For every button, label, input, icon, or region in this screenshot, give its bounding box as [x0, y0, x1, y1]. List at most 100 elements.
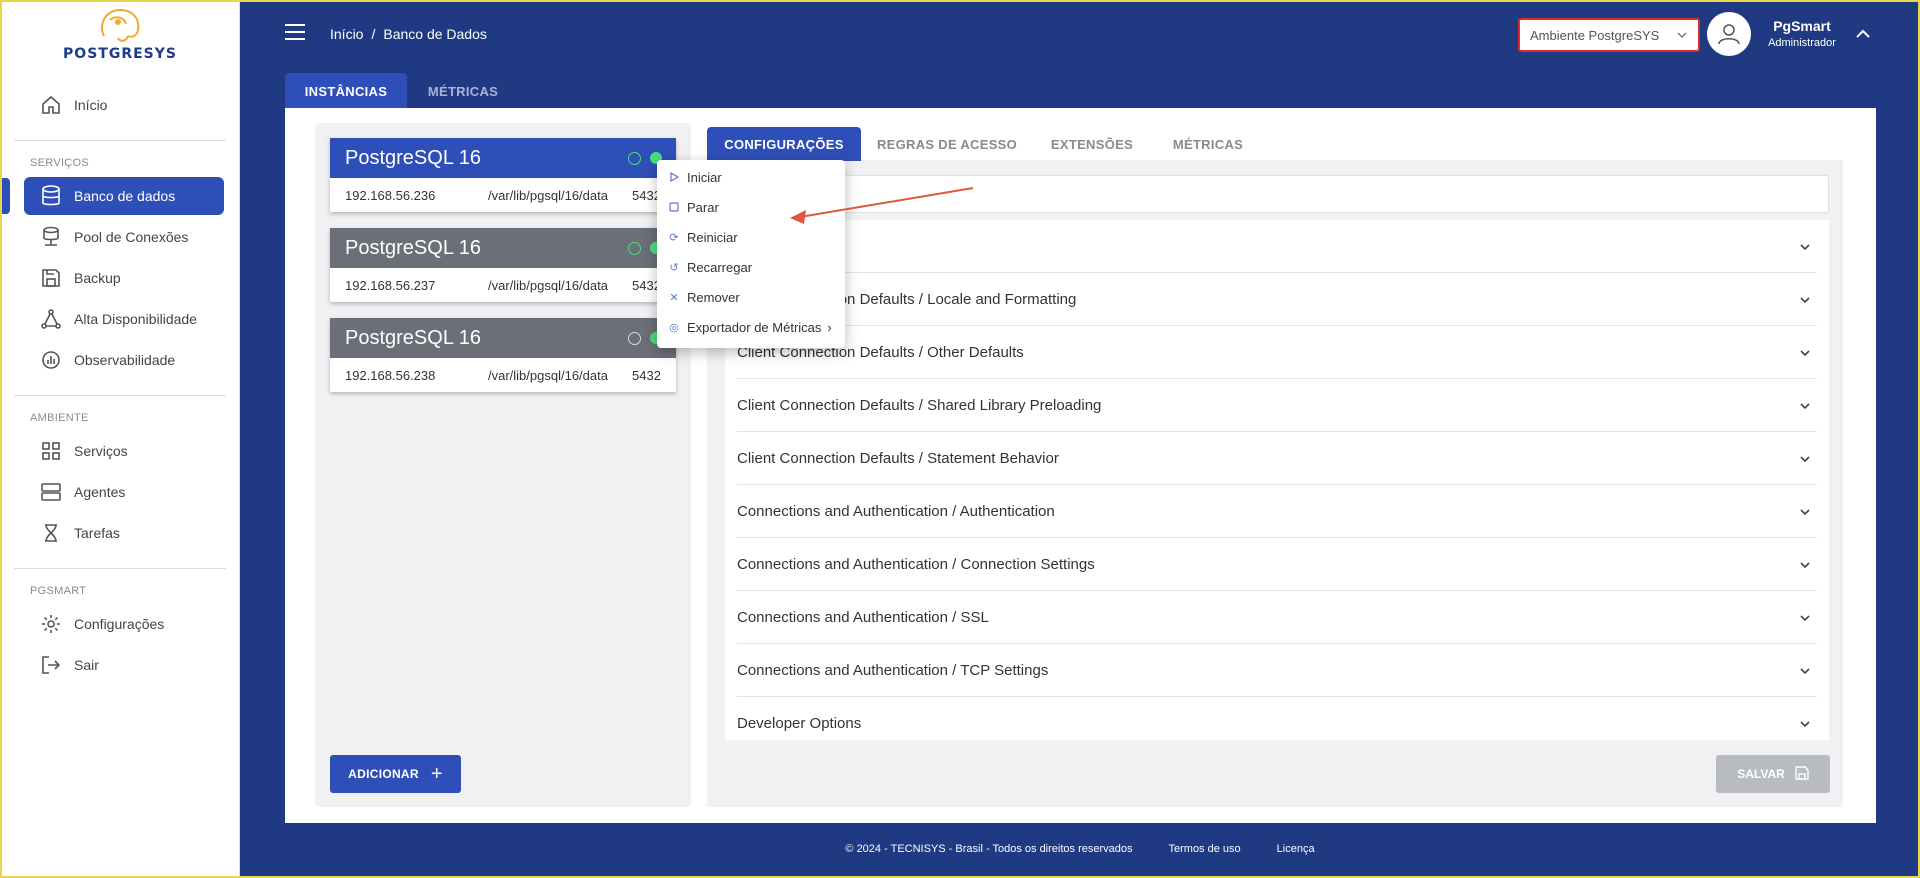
- instance-card[interactable]: PostgreSQL 16 192.168.56.236 /var/lib/pg…: [330, 138, 676, 212]
- accordion-item[interactable]: Connections and Authentication / TCP Set…: [737, 644, 1817, 697]
- sidebar: POSTGRESYS Início SERVIÇOS Banco de dado…: [0, 0, 240, 878]
- menu-item-label: Recarregar: [687, 259, 753, 275]
- instance-port: 5432: [632, 367, 661, 383]
- sidebar-item-label: Configurações: [74, 616, 165, 632]
- chevron-down-icon: [1799, 558, 1811, 575]
- save-button[interactable]: SALVAR: [1716, 755, 1830, 793]
- avatar[interactable]: [1707, 12, 1751, 56]
- instance-card[interactable]: PostgreSQL 16 192.168.56.237 /var/lib/pg…: [330, 228, 676, 302]
- sidebar-item-sair[interactable]: Sair: [24, 646, 224, 684]
- accordion-item[interactable]: Connections and Authentication / Connect…: [737, 538, 1817, 591]
- tab-extensoes[interactable]: EXTENSÕES: [1040, 127, 1144, 161]
- home-icon: [40, 94, 62, 116]
- network-icon: [40, 308, 62, 330]
- sidebar-item-banco-de-dados[interactable]: Banco de dados: [24, 177, 224, 215]
- tab-metricas-instancia[interactable]: MÉTRICAS: [1160, 127, 1256, 161]
- instance-name: PostgreSQL 16: [345, 236, 482, 259]
- accordion-item[interactable]: Client Connection Defaults / Locale and …: [737, 273, 1817, 326]
- sidebar-item-tarefas[interactable]: Tarefas: [24, 514, 224, 552]
- breadcrumb-current: Banco de Dados: [383, 26, 487, 42]
- chevron-down-icon: [1799, 611, 1811, 628]
- breadcrumb-home-link[interactable]: Início: [330, 26, 363, 42]
- instance-card[interactable]: PostgreSQL 16 192.168.56.238 /var/lib/pg…: [330, 318, 676, 392]
- status-icon: [628, 332, 641, 345]
- chevron-down-icon: [1799, 717, 1811, 734]
- chevron-down-icon: [1799, 505, 1811, 522]
- instance-card-header: PostgreSQL 16: [330, 318, 676, 358]
- sidebar-item-servicos[interactable]: Serviços: [24, 432, 224, 470]
- sidebar-item-inicio[interactable]: Início: [24, 86, 224, 124]
- environment-select-value: Ambiente PostgreSYS: [1530, 27, 1660, 43]
- menu-item-label: Remover: [687, 289, 740, 305]
- instance-card-body: 192.168.56.238 /var/lib/pgsql/16/data 54…: [330, 358, 676, 392]
- accordion-item[interactable]: Developer Options: [737, 697, 1817, 740]
- instance-ip: 192.168.56.237: [345, 277, 436, 293]
- hamburger-menu-icon[interactable]: [285, 24, 305, 40]
- sidebar-item-label: Sair: [74, 657, 99, 673]
- divider: [14, 395, 226, 396]
- accordion-item[interactable]: Connections and Authentication / Authent…: [737, 485, 1817, 538]
- plus-icon: +: [430, 762, 443, 785]
- add-instance-button[interactable]: ADICIONAR +: [330, 755, 461, 793]
- search-input[interactable]: [725, 175, 1829, 213]
- elephant-logo-icon: [101, 8, 140, 42]
- accordion-item[interactable]: [737, 220, 1817, 273]
- accordion-item[interactable]: Client Connection Defaults / Shared Libr…: [737, 379, 1817, 432]
- menu-item-label: Iniciar: [687, 169, 722, 185]
- sidebar-item-label: Backup: [74, 270, 121, 286]
- instance-ip: 192.168.56.236: [345, 187, 436, 203]
- accordion-item[interactable]: Connections and Authentication / SSL: [737, 591, 1817, 644]
- footer: © 2024 - TECNISYS - Brasil - Todos os di…: [240, 843, 1920, 855]
- chevron-down-icon: [1799, 346, 1811, 363]
- tab-metricas[interactable]: MÉTRICAS: [415, 73, 511, 109]
- chevron-down-icon: [1799, 399, 1811, 416]
- restart-icon: ⟳: [669, 231, 679, 244]
- footer-license-link[interactable]: Licença: [1277, 843, 1315, 855]
- accordion-item[interactable]: Client Connection Defaults / Statement B…: [737, 432, 1817, 485]
- menu-item-recarregar[interactable]: ↺ Recarregar: [667, 254, 837, 280]
- menu-item-label: Exportador de Métricas: [687, 319, 822, 335]
- logo-text: POSTGRESYS: [63, 46, 177, 62]
- metrics-icon: ◎: [669, 321, 679, 334]
- instance-path: /var/lib/pgsql/16/data: [488, 367, 608, 383]
- tab-configuracoes[interactable]: CONFIGURAÇÕES: [707, 127, 861, 161]
- logout-icon: [40, 654, 62, 676]
- config-accordion: Client Connection Defaults / Locale and …: [725, 220, 1829, 740]
- menu-item-remover[interactable]: ✕ Remover: [667, 284, 837, 310]
- divider: [14, 568, 226, 569]
- sidebar-item-agentes[interactable]: Agentes: [24, 473, 224, 511]
- chart-icon: [40, 349, 62, 371]
- section-label-ambiente: AMBIENTE: [30, 412, 89, 424]
- chevron-right-icon: ›: [827, 319, 832, 335]
- footer-terms-link[interactable]: Termos de uso: [1169, 843, 1241, 855]
- sidebar-item-observabilidade[interactable]: Observabilidade: [24, 341, 224, 379]
- tab-regras-de-acesso[interactable]: REGRAS DE ACESSO: [872, 127, 1022, 161]
- sidebar-item-label: Tarefas: [74, 525, 120, 541]
- sidebar-item-label: Agentes: [74, 484, 126, 500]
- server-icon: [40, 481, 62, 503]
- stop-icon: [667, 202, 681, 212]
- menu-item-iniciar[interactable]: Iniciar: [667, 164, 837, 190]
- environment-select[interactable]: Ambiente PostgreSYS: [1518, 18, 1700, 52]
- sidebar-item-configuracoes[interactable]: Configurações: [24, 605, 224, 643]
- sidebar-item-alta-disponibilidade[interactable]: Alta Disponibilidade: [24, 300, 224, 338]
- sidebar-item-pool-de-conexoes[interactable]: Pool de Conexões: [24, 218, 224, 256]
- menu-item-exportador-de-metricas[interactable]: ◎ Exportador de Métricas ›: [667, 314, 837, 340]
- accordion-title: Connections and Authentication / SSL: [737, 608, 989, 626]
- instance-card-header: PostgreSQL 16: [330, 228, 676, 268]
- accordion-item[interactable]: Client Connection Defaults / Other Defau…: [737, 326, 1817, 379]
- sidebar-item-backup[interactable]: Backup: [24, 259, 224, 297]
- chevron-up-icon[interactable]: [1855, 27, 1871, 45]
- save-button-label: SALVAR: [1737, 767, 1785, 781]
- tab-instancias[interactable]: INSTÂNCIAS: [285, 73, 407, 109]
- footer-copyright: © 2024 - TECNISYS - Brasil - Todos os di…: [845, 843, 1133, 855]
- menu-item-label: Parar: [687, 199, 719, 215]
- sidebar-item-label: Serviços: [74, 443, 128, 459]
- menu-item-parar[interactable]: Parar: [667, 194, 837, 220]
- gear-icon: [40, 613, 62, 635]
- sidebar-item-label: Pool de Conexões: [74, 229, 189, 245]
- reload-icon: ↺: [669, 261, 679, 274]
- menu-item-reiniciar[interactable]: ⟳ Reiniciar: [667, 224, 837, 250]
- close-icon: ✕: [669, 291, 679, 304]
- hourglass-icon: [40, 522, 62, 544]
